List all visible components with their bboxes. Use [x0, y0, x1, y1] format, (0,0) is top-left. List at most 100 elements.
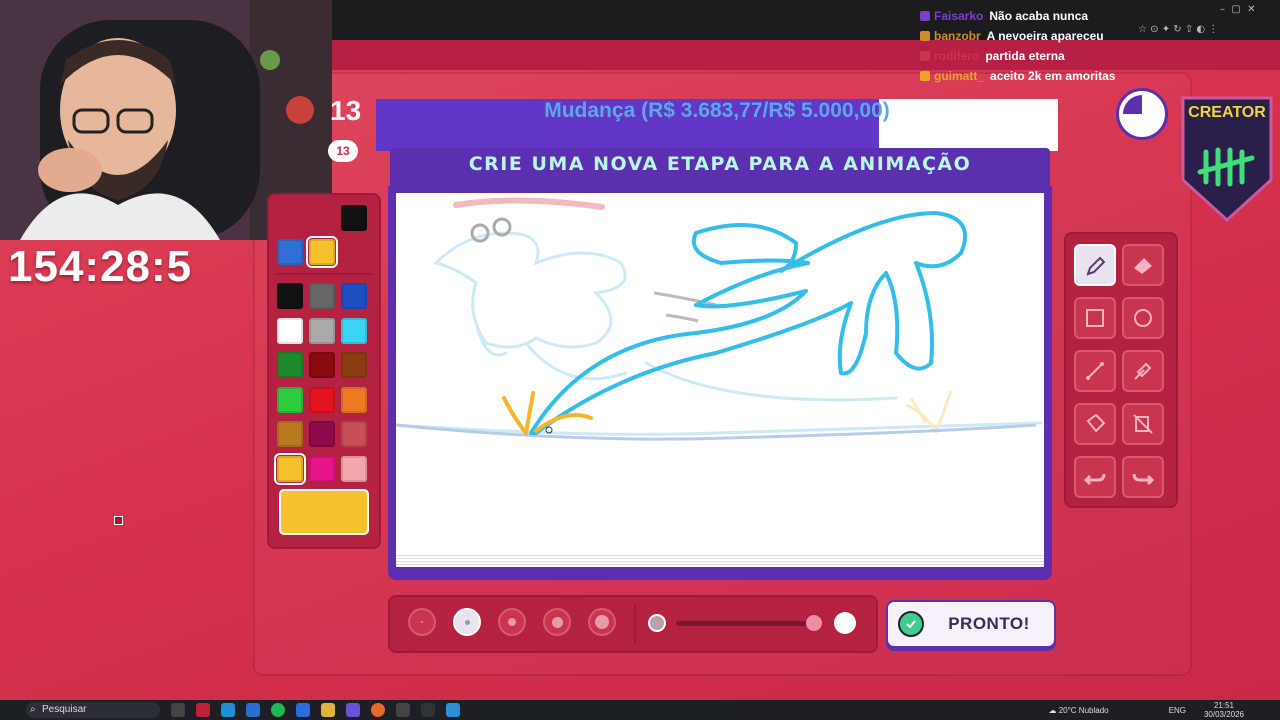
goal-text: Mudança (R$ 3.683,77/R$ 5.000,00)	[544, 99, 890, 122]
taskbar-search[interactable]: ⌕ Pesquisar	[26, 702, 160, 718]
color-swatch[interactable]	[341, 317, 367, 344]
line-icon	[1086, 362, 1104, 380]
store-icon[interactable]	[246, 703, 260, 717]
drawing	[394, 197, 1043, 441]
round-timer-icon	[1116, 88, 1168, 140]
chat-message: rodifero partida eterna	[920, 46, 1180, 66]
rectangle-tool[interactable]	[1074, 297, 1116, 339]
obs-icon[interactable]	[421, 703, 435, 717]
canvas-page-edge	[396, 555, 1044, 567]
brush-size-5[interactable]	[588, 608, 616, 636]
bucket-icon	[1086, 413, 1106, 433]
swatch-top-0[interactable]	[277, 239, 303, 265]
eyedropper-tool[interactable]	[1122, 350, 1164, 392]
color-swatch[interactable]	[277, 283, 303, 309]
line-tool[interactable]	[1074, 350, 1116, 392]
tool-panel	[1064, 232, 1178, 508]
opacity-slider[interactable]	[676, 621, 816, 626]
stream-timer: 154:28:5	[8, 242, 193, 291]
fill-tool[interactable]	[1074, 403, 1116, 445]
swatch-top-black[interactable]	[341, 205, 367, 231]
color-swatch[interactable]	[309, 455, 335, 482]
chat-text: Não acaba nunca	[989, 9, 1089, 23]
opacity-min-icon	[648, 614, 666, 632]
color-swatch[interactable]	[277, 352, 303, 378]
chat-message: banzobr A nevoeira apareceu	[920, 26, 1180, 46]
windows-taskbar: ⌕ Pesquisar ☁ 20°C Nublado ENG 21:51 30/…	[0, 700, 1280, 720]
spotify-icon[interactable]	[271, 703, 285, 717]
color-swatch[interactable]	[277, 386, 303, 413]
instruction-banner: CRIE UMA NOVA ETAPA PARA A ANIMAÇÃO	[390, 148, 1050, 188]
chat-username: rodifero	[934, 49, 980, 63]
opacity-max-icon	[834, 612, 856, 634]
ready-button[interactable]: PRONTO!	[886, 600, 1056, 648]
drawing-canvas[interactable]	[394, 193, 1044, 563]
system-tray: ☁ 20°C Nublado ENG 21:51 30/03/2026	[1048, 700, 1244, 720]
cursor-marker-icon	[114, 516, 123, 525]
language-indicator[interactable]: ENG	[1169, 706, 1186, 715]
clock-time: 21:51	[1213, 701, 1234, 710]
folder-icon[interactable]	[321, 703, 335, 717]
opacity-slider-knob[interactable]	[806, 615, 822, 631]
swatch-top-1[interactable]	[306, 236, 338, 268]
color-swatch[interactable]	[341, 386, 367, 413]
chat-username: banzobr	[934, 29, 981, 43]
ellipse-tool[interactable]	[1122, 297, 1164, 339]
color-swatch[interactable]	[274, 452, 306, 485]
clock-date: 30/03/2026	[1203, 710, 1244, 719]
pencil-tool[interactable]	[1074, 244, 1116, 286]
color-swatch[interactable]	[309, 421, 335, 447]
chat-overlay: Faisarko Não acaba nunca banzobr A nevoeira…	[920, 6, 1180, 86]
color-swatch[interactable]	[341, 352, 367, 378]
selected-color-preview	[279, 489, 369, 535]
circle-icon	[1134, 309, 1152, 327]
app-icon[interactable]	[196, 703, 210, 717]
side-counter: 13	[330, 95, 362, 126]
app3-icon[interactable]	[446, 703, 460, 717]
chat-message: Faisarko Não acaba nunca	[920, 6, 1180, 26]
color-swatch[interactable]	[309, 317, 335, 344]
eraser-tool[interactable]	[1122, 244, 1164, 286]
firefox-icon[interactable]	[371, 703, 385, 717]
color-swatch[interactable]	[309, 386, 335, 413]
undo-tool[interactable]	[1074, 456, 1116, 498]
taskbar-search-placeholder: Pesquisar	[42, 704, 87, 715]
chat-message: guimatt_ aceito 2k em amoritas	[920, 66, 1180, 86]
color-swatch[interactable]	[277, 317, 303, 344]
ready-label: PRONTO!	[948, 614, 1030, 633]
eraser-icon	[1134, 258, 1152, 274]
chat-username: guimatt_	[934, 69, 985, 83]
brush-size-4[interactable]	[543, 608, 571, 636]
brush-controls	[388, 595, 878, 653]
color-swatch[interactable]	[309, 352, 335, 378]
color-swatch[interactable]	[277, 421, 303, 447]
eyedropper-icon	[1134, 362, 1152, 380]
chat-text: aceito 2k em amoritas	[990, 69, 1116, 83]
weather-text: 20°C Nublado	[1058, 705, 1109, 715]
color-swatch[interactable]	[341, 421, 367, 447]
chat-badge-icon	[920, 71, 930, 81]
edge-icon[interactable]	[221, 703, 235, 717]
discord-icon[interactable]	[346, 703, 360, 717]
search-icon: ⌕	[30, 704, 36, 715]
creator-label: CREATOR	[1188, 104, 1266, 121]
redo-tool[interactable]	[1122, 456, 1164, 498]
clock[interactable]: 21:51 30/03/2026	[1204, 701, 1244, 719]
brush-size-3[interactable]	[498, 608, 526, 636]
pencil-icon	[1086, 256, 1106, 276]
app2-icon[interactable]	[396, 703, 410, 717]
brush-size-2[interactable]	[453, 608, 481, 636]
square-icon	[1086, 309, 1104, 327]
brush-size-1[interactable]	[408, 608, 436, 636]
task-view-icon[interactable]	[171, 703, 185, 717]
color-swatch[interactable]	[341, 455, 367, 482]
color-swatch[interactable]	[341, 283, 367, 309]
chat-text: partida eterna	[985, 49, 1065, 63]
color-swatch[interactable]	[309, 283, 335, 309]
window-controls[interactable]: – ▢ ✕	[1220, 4, 1256, 15]
chat-text: A nevoeira apareceu	[986, 29, 1104, 43]
undo-icon	[1083, 473, 1106, 486]
redo-icon	[1132, 473, 1155, 486]
mail-icon[interactable]	[296, 703, 310, 717]
layer-tool[interactable]	[1122, 403, 1164, 445]
